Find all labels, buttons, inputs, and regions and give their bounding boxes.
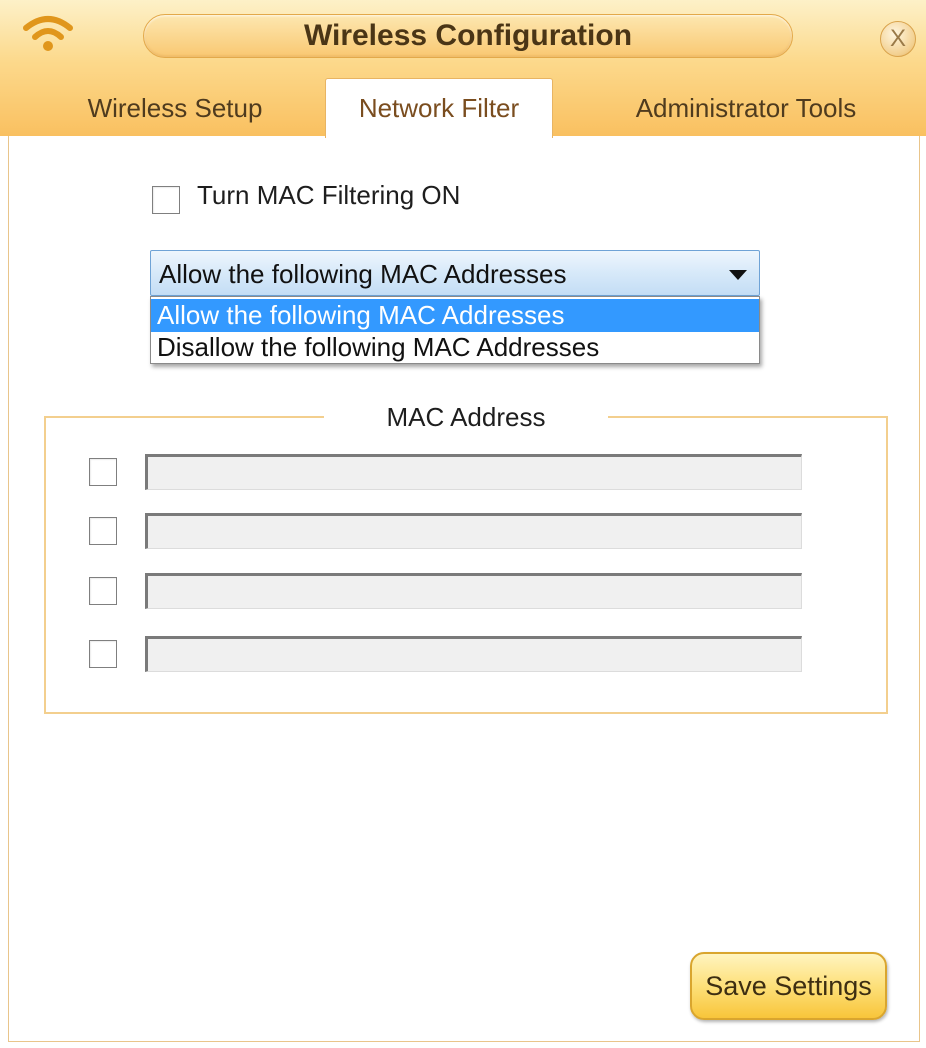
mac-entry-checkbox-1[interactable]: [89, 458, 117, 486]
tab-administrator-tools[interactable]: Administrator Tools: [606, 80, 886, 136]
option-disallow-mac[interactable]: Disallow the following MAC Addresses: [151, 331, 759, 364]
wifi-icon: [23, 16, 73, 51]
tab-network-filter[interactable]: Network Filter: [325, 78, 553, 138]
mac-address-input-3[interactable]: [145, 573, 802, 609]
tab-wireless-setup[interactable]: Wireless Setup: [60, 80, 290, 136]
option-allow-mac[interactable]: Allow the following MAC Addresses: [151, 299, 759, 332]
save-settings-button[interactable]: Save Settings: [690, 952, 887, 1020]
filter-mode-selected-value: Allow the following MAC Addresses: [159, 259, 567, 289]
close-icon: X: [889, 25, 906, 52]
mac-address-legend: MAC Address: [324, 400, 608, 434]
mac-entry-checkbox-3[interactable]: [89, 577, 117, 605]
filter-mode-options-list: Allow the following MAC Addresses Disall…: [150, 296, 760, 364]
title-bar: Wireless Configuration: [143, 14, 793, 58]
mac-filtering-checkbox[interactable]: [152, 186, 180, 214]
mac-address-input-2[interactable]: [145, 513, 802, 549]
wireless-config-window: Wireless Configuration X Wireless Setup …: [0, 0, 926, 1048]
mac-filtering-label[interactable]: Turn MAC Filtering ON: [197, 180, 460, 211]
window-title: Wireless Configuration: [303, 19, 633, 52]
close-button[interactable]: X: [880, 21, 916, 57]
mac-entry-checkbox-4[interactable]: [89, 640, 117, 668]
mac-address-input-1[interactable]: [145, 454, 802, 490]
filter-mode-select[interactable]: Allow the following MAC Addresses: [150, 250, 760, 296]
chevron-down-icon: [729, 270, 747, 280]
window-header: Wireless Configuration X Wireless Setup …: [0, 0, 926, 138]
mac-entry-checkbox-2[interactable]: [89, 517, 117, 545]
mac-address-input-4[interactable]: [145, 636, 802, 672]
